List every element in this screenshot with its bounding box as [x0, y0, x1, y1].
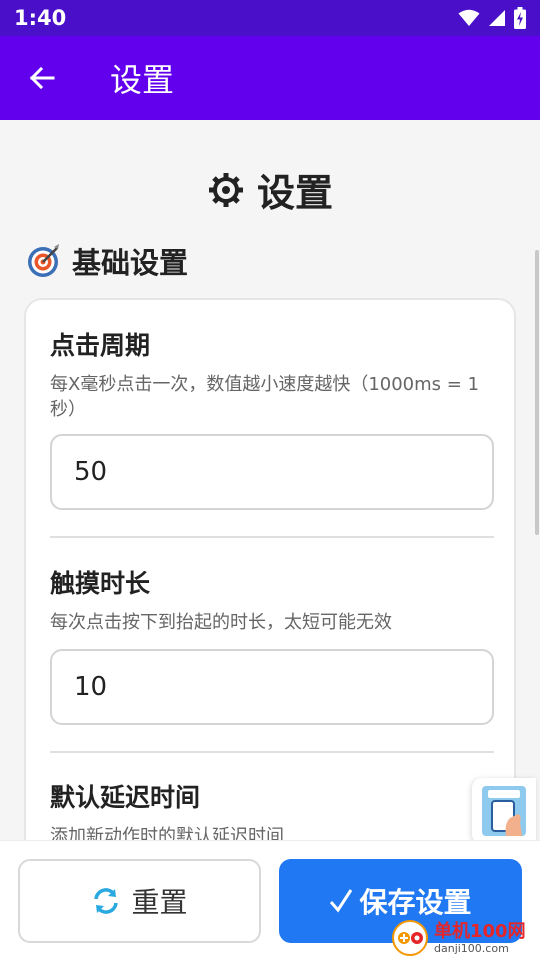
field-title: 默认延迟时间 — [50, 783, 201, 812]
watermark-name: 单机100网 — [434, 920, 526, 942]
field-default-delay: 默认延迟时间 添加新动作时的默认延迟时间 — [50, 778, 494, 840]
touch-duration-input[interactable]: 10 — [50, 649, 494, 725]
wifi-icon — [458, 9, 480, 26]
click-interval-input[interactable]: 50 — [50, 434, 494, 510]
watermark-url: danji100.com — [434, 941, 509, 955]
field-description: 每X毫秒点击一次，数值越小速度越快（1000ms = 1秒） — [50, 374, 480, 420]
watermark-logo-icon — [392, 920, 428, 956]
floating-widget[interactable] — [472, 778, 536, 844]
arrow-left-icon — [29, 66, 55, 90]
target-dart-icon — [28, 244, 59, 277]
section-heading: 基础设置 — [26, 240, 188, 282]
status-time: 1:40 — [14, 6, 67, 30]
battery-charging-icon — [514, 7, 526, 29]
reset-button[interactable]: 重置 — [18, 859, 261, 943]
scrollbar[interactable] — [535, 250, 539, 535]
section-title: 基础设置 — [72, 246, 189, 280]
status-icons — [458, 7, 526, 29]
checkmark-icon — [330, 889, 353, 913]
page-heading: 设置 — [0, 162, 540, 217]
hand-phone-icon — [482, 786, 526, 836]
save-button-label: 保存设置 — [359, 886, 472, 919]
watermark-text: 单机100网 danji100.com — [434, 920, 526, 955]
field-description: 添加新动作时的默认延迟时间 — [50, 826, 284, 840]
watermark: 单机100网 danji100.com — [392, 918, 526, 958]
field-click-interval-input-wrap: 50 — [50, 434, 494, 510]
settings-content[interactable]: 设置 基础设置 点击周期 每X毫秒点击一次，数值越小速度越快（1000ms = … — [0, 120, 540, 840]
refresh-icon — [94, 888, 119, 914]
divider — [50, 536, 494, 538]
gear-icon — [208, 172, 243, 207]
field-title: 点击周期 — [50, 331, 151, 360]
field-title: 触摸时长 — [50, 569, 151, 598]
field-click-interval: 点击周期 每X毫秒点击一次，数值越小速度越快（1000ms = 1秒） — [50, 326, 494, 422]
field-touch-duration: 触摸时长 每次点击按下到抬起的时长，太短可能无效 — [50, 564, 494, 635]
app-bar: 设置 — [0, 36, 540, 120]
page-title: 设置 — [256, 171, 333, 215]
status-bar: 1:40 — [0, 0, 540, 36]
settings-card: 点击周期 每X毫秒点击一次，数值越小速度越快（1000ms = 1秒） 50 触… — [24, 298, 516, 840]
app-bar-title: 设置 — [110, 61, 175, 99]
reset-button-label: 重置 — [131, 886, 188, 919]
divider — [50, 751, 494, 753]
signal-icon — [489, 10, 505, 26]
back-button[interactable] — [0, 36, 84, 120]
field-touch-duration-input-wrap: 10 — [50, 649, 494, 725]
field-description: 每次点击按下到抬起的时长，太短可能无效 — [50, 612, 392, 633]
